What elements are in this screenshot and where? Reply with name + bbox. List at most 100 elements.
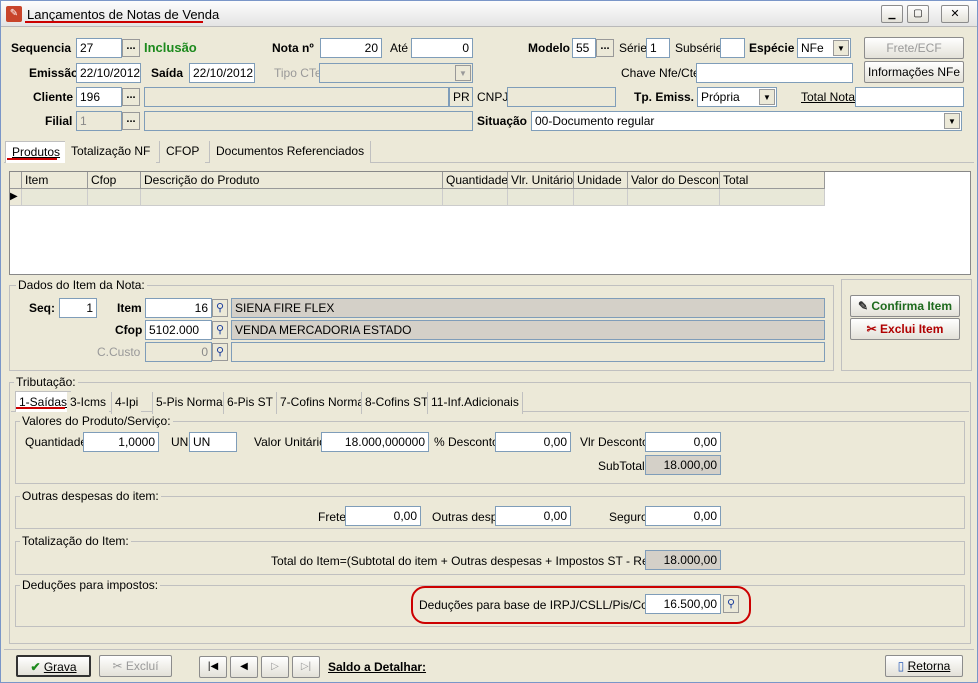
- grid-col-unidade[interactable]: Unidade: [574, 172, 628, 189]
- sequencia-field[interactable]: 27: [76, 38, 122, 58]
- informacoes-nfe-button[interactable]: Informações NFe: [864, 61, 964, 83]
- ccusto-desc-field: [231, 342, 825, 362]
- table-cell[interactable]: [720, 189, 825, 206]
- confirma-item-button[interactable]: ✎ Confirma Item: [850, 295, 960, 317]
- tab-pis-st[interactable]: 6-Pis ST: [223, 392, 277, 414]
- tab-pis-normal[interactable]: 5-Pis Normal: [152, 392, 229, 414]
- total-item-label: Total do Item=(Subtotal do item + Outras…: [271, 554, 695, 568]
- tributacao-title: Tributação:: [14, 375, 78, 389]
- emissao-label: Emissão: [29, 66, 79, 80]
- row-indicator-icon: ▶: [10, 189, 22, 206]
- tab-cofins-st[interactable]: 8-Cofins ST: [361, 392, 432, 414]
- frete-label: Frete: [318, 510, 347, 524]
- subserie-field[interactable]: [720, 38, 745, 58]
- prev-record-button[interactable]: ◀: [230, 656, 258, 678]
- cliente-field[interactable]: 196: [76, 87, 122, 107]
- item-field[interactable]: 16: [145, 298, 212, 318]
- grid-col-quantidade[interactable]: Quantidade: [443, 172, 508, 189]
- nota-label: Nota nº: [272, 41, 314, 55]
- tab-cfop[interactable]: CFOP: [159, 141, 206, 163]
- nota-field[interactable]: 20: [320, 38, 382, 58]
- un-field[interactable]: UN: [189, 432, 237, 452]
- outras-title: Outras despesas do item:: [20, 489, 161, 503]
- tab-saidas-underline: [16, 407, 65, 409]
- chevron-down-icon[interactable]: ▼: [944, 113, 960, 129]
- exclui-item-button[interactable]: ✂ Exclui Item: [850, 318, 960, 340]
- delete-doc-icon: ✂: [866, 322, 881, 336]
- grid-col-valor-desconto[interactable]: Valor do Desconto: [628, 172, 720, 189]
- deducoes-search-icon[interactable]: ⚲: [723, 595, 739, 613]
- total-nota-field[interactable]: [855, 87, 964, 107]
- cliente-lookup-button[interactable]: ...: [122, 88, 140, 106]
- chevron-down-icon[interactable]: ▼: [455, 65, 471, 81]
- grava-button[interactable]: ✔ Grava: [16, 655, 91, 677]
- retorna-button[interactable]: ▯ Retorna: [885, 655, 963, 677]
- grid-col-descricao[interactable]: Descrição do Produto: [141, 172, 443, 189]
- chave-field[interactable]: [696, 63, 853, 83]
- tpemiss-select[interactable]: Própria ▼: [697, 87, 777, 107]
- first-record-button[interactable]: |◀: [199, 656, 227, 678]
- modelo-field[interactable]: 55: [572, 38, 596, 58]
- especie-value: NFe: [801, 41, 824, 55]
- deducoes-field[interactable]: 16.500,00: [645, 594, 721, 614]
- chevron-down-icon[interactable]: ▼: [759, 89, 775, 105]
- situacao-select[interactable]: 00-Documento regular ▼: [531, 111, 962, 131]
- check-doc-icon: ✎: [857, 299, 872, 313]
- ate-field[interactable]: 0: [411, 38, 473, 58]
- tab-icms[interactable]: 3-Icms: [67, 392, 109, 414]
- grid-col-vlr-unitario[interactable]: Vlr. Unitário: [508, 172, 574, 189]
- tab-ipi[interactable]: 4-Ipi: [111, 392, 142, 414]
- minimize-button[interactable]: ▁: [881, 5, 903, 23]
- sequencia-label: Sequencia: [11, 41, 72, 55]
- sequencia-lookup-button[interactable]: ...: [122, 39, 140, 57]
- frete-ecf-button[interactable]: Frete/ECF: [864, 37, 964, 59]
- outras-label: Outras desp.: [432, 510, 501, 524]
- title-underline: [25, 21, 203, 23]
- app-icon: ✎: [6, 6, 22, 22]
- table-cell[interactable]: [88, 189, 141, 206]
- chevron-down-icon[interactable]: ▼: [833, 40, 849, 56]
- vlrunit-field[interactable]: 18.000,000000: [321, 432, 429, 452]
- table-row[interactable]: [22, 189, 88, 206]
- grid-col-cfop[interactable]: Cfop: [88, 172, 141, 189]
- maximize-button[interactable]: ▢: [907, 5, 929, 23]
- quantidade-field[interactable]: 1,0000: [83, 432, 159, 452]
- grid-corner: [10, 172, 22, 189]
- table-cell[interactable]: [508, 189, 574, 206]
- pdesc-field[interactable]: 0,00: [495, 432, 571, 452]
- seq-field[interactable]: 1: [59, 298, 97, 318]
- close-button[interactable]: ✕: [941, 5, 969, 23]
- emissao-field[interactable]: 22/10/2012: [76, 63, 141, 83]
- seguro-field[interactable]: 0,00: [645, 506, 721, 526]
- grid-col-item[interactable]: Item: [22, 172, 88, 189]
- tab-cofins-normal[interactable]: 7-Cofins Normal: [276, 392, 370, 414]
- item-label: Item: [117, 301, 142, 315]
- exclui-button[interactable]: ✂ Excluí: [99, 655, 172, 677]
- table-cell[interactable]: [443, 189, 508, 206]
- modelo-lookup-button[interactable]: ...: [596, 39, 614, 57]
- last-record-button[interactable]: ▷|: [292, 656, 320, 678]
- cfop-search-icon[interactable]: ⚲: [212, 321, 228, 339]
- serie-field[interactable]: 1: [646, 38, 670, 58]
- outras-field[interactable]: 0,00: [495, 506, 571, 526]
- ccusto-search-icon[interactable]: ⚲: [212, 343, 228, 361]
- grid-col-total[interactable]: Total: [720, 172, 825, 189]
- next-record-button[interactable]: ▷: [261, 656, 289, 678]
- saida-field[interactable]: 22/10/2012: [189, 63, 255, 83]
- cfop-field[interactable]: 5102.000: [145, 320, 212, 340]
- frete-field[interactable]: 0,00: [345, 506, 421, 526]
- tab-inf-adicionais[interactable]: 11-Inf.Adicionais: [427, 392, 523, 414]
- table-cell[interactable]: [628, 189, 720, 206]
- item-search-icon[interactable]: ⚲: [212, 299, 228, 317]
- tab-produtos-underline: [7, 158, 57, 160]
- total-nota-label[interactable]: Total Nota: [801, 90, 855, 104]
- tab-documentos-referenciados[interactable]: Documentos Referenciados: [209, 141, 372, 163]
- tab-totalizacao-nf[interactable]: Totalização NF: [65, 141, 157, 163]
- especie-select[interactable]: NFe ▼: [797, 38, 851, 58]
- table-cell[interactable]: [574, 189, 628, 206]
- saldo-detalhar-label: Saldo a Detalhar:: [328, 660, 427, 674]
- vlrdesc-field[interactable]: 0,00: [645, 432, 721, 452]
- filial-lookup-button[interactable]: ...: [122, 112, 140, 130]
- table-cell[interactable]: [141, 189, 443, 206]
- tipocte-select[interactable]: ▼: [319, 63, 473, 83]
